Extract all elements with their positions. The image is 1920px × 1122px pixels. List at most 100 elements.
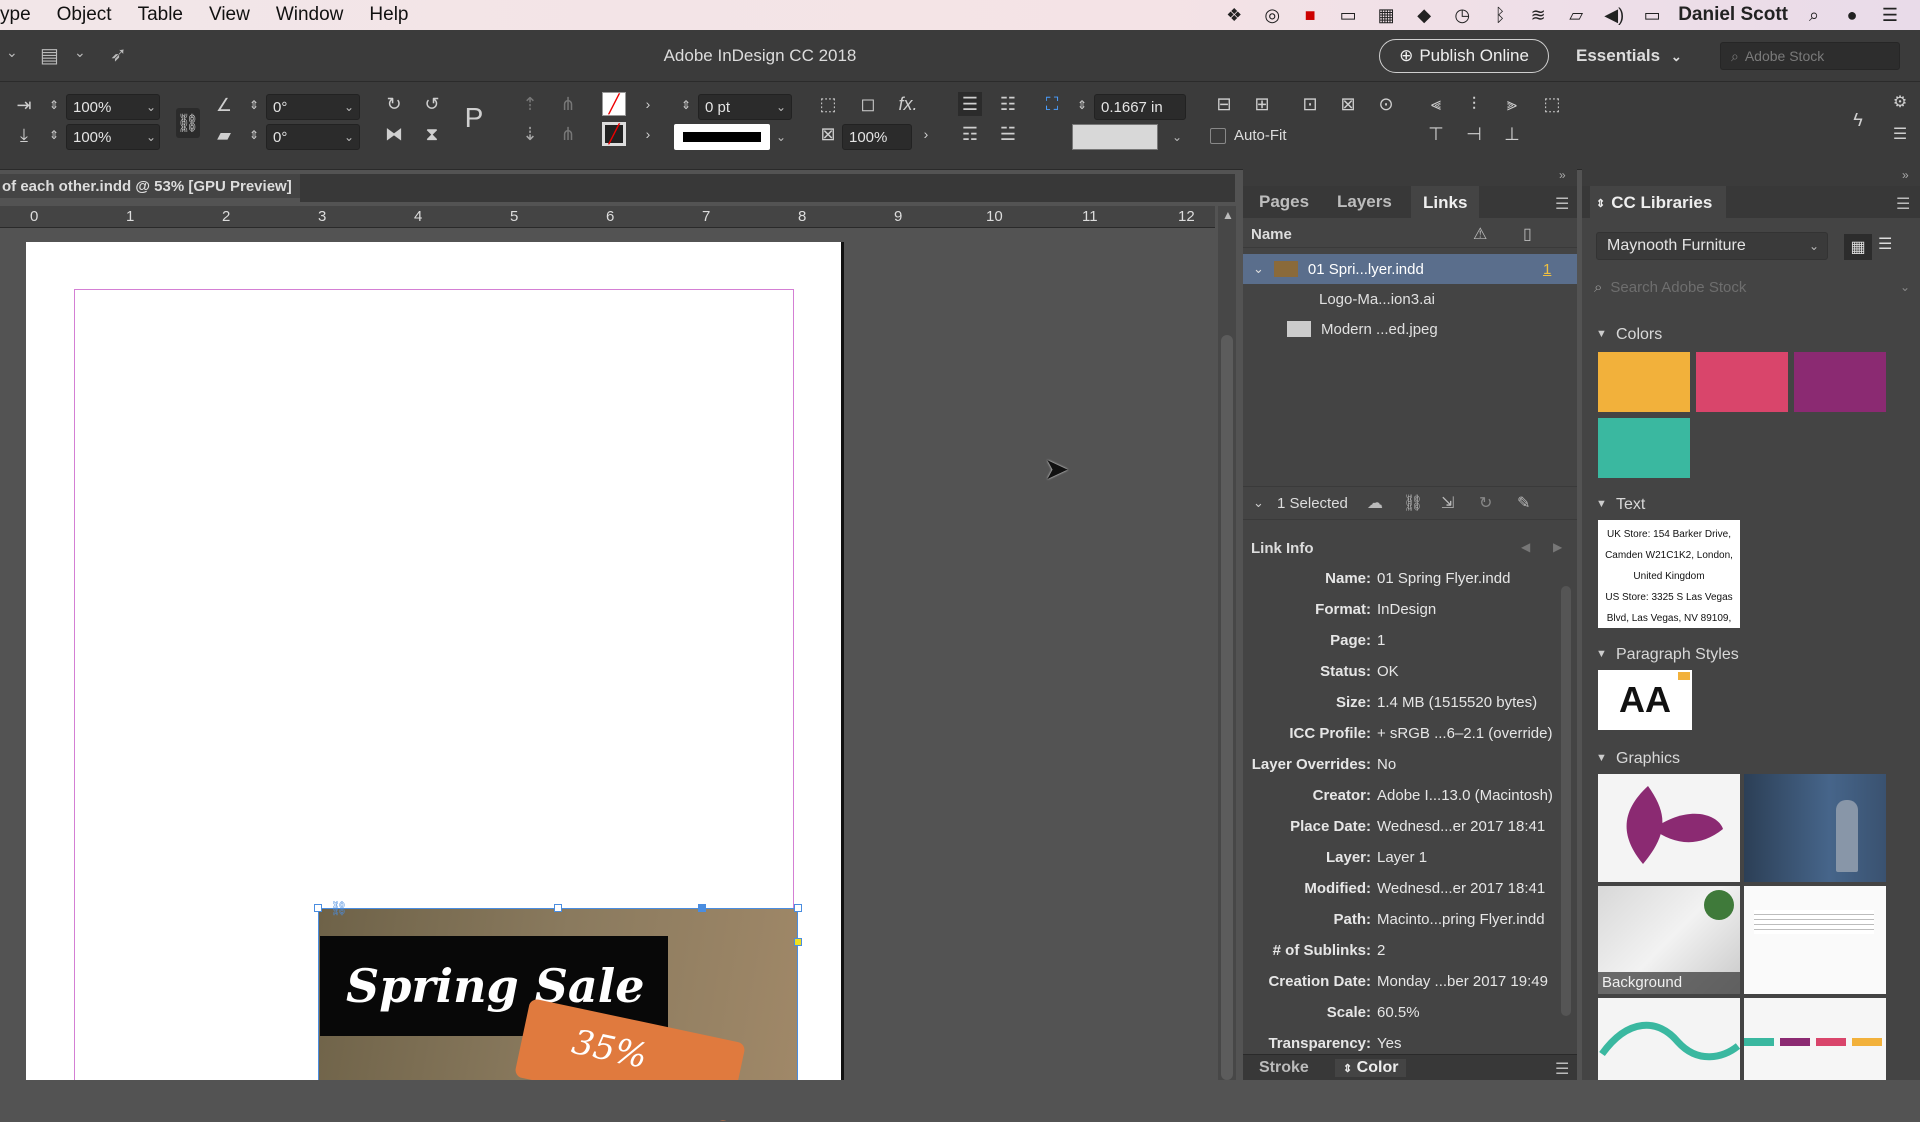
stepper-icon[interactable]: ⇕ — [674, 93, 698, 117]
drop-shadow-icon[interactable]: ◻ — [856, 92, 880, 116]
graphic-asset-photo[interactable] — [1744, 774, 1886, 882]
scroll-up-icon[interactable]: ▲ — [1222, 208, 1234, 222]
colors-section-header[interactable]: Colors — [1616, 326, 1662, 344]
volume-icon[interactable]: ◀) — [1602, 5, 1626, 25]
align-bottom-icon[interactable]: ☶ — [958, 122, 982, 146]
align-horizontal-centers-icon[interactable]: ⫶ — [1462, 92, 1486, 116]
select-content-icon[interactable]: ⇣ — [518, 122, 542, 146]
select-previous-icon[interactable]: ⋔ — [556, 92, 580, 116]
chevron-right-icon[interactable]: › — [636, 122, 660, 146]
list-item[interactable]: Logo-Ma...ion3.ai — [1243, 284, 1577, 314]
wifi-icon[interactable]: ≋ — [1526, 5, 1550, 25]
list-view-icon[interactable]: ☰ — [1878, 234, 1892, 254]
siri-icon[interactable]: ● — [1840, 5, 1864, 25]
creative-cloud-icon[interactable]: ◎ — [1260, 5, 1284, 25]
quick-apply-icon[interactable]: ϟ — [1846, 108, 1870, 132]
panel-menu-icon[interactable]: ☰ — [1896, 194, 1910, 214]
select-container-icon[interactable]: ⇡ — [518, 92, 542, 116]
justify-vertical-icon[interactable]: ☱ — [996, 122, 1020, 146]
tab-layers[interactable]: Layers — [1337, 186, 1392, 218]
align-center-icon[interactable]: ☷ — [996, 92, 1020, 116]
display-icon[interactable]: ▭ — [1336, 5, 1360, 25]
list-item[interactable]: ⌄ 01 Spri...lyer.indd 1 — [1243, 254, 1577, 284]
stepper-icon[interactable]: ⇕ — [42, 123, 66, 147]
out-port-handle[interactable] — [794, 938, 802, 946]
chevron-down-icon[interactable]: ⌄ — [776, 100, 786, 114]
color-swatch[interactable] — [1598, 352, 1690, 412]
text-section-header[interactable]: Text — [1616, 496, 1645, 514]
fill-proportionally-icon[interactable]: ⊡ — [1298, 92, 1322, 116]
gear-icon[interactable]: ⚙ — [1888, 90, 1912, 114]
align-to-selection-icon[interactable]: ⬚ — [1540, 92, 1564, 116]
align-top-edges-icon[interactable]: ⊤ — [1424, 122, 1448, 146]
airplay-icon[interactable]: ▱ — [1564, 5, 1588, 25]
align-left-edges-icon[interactable]: ⫷ — [1424, 92, 1448, 116]
battery-icon[interactable]: ▭ — [1640, 5, 1664, 25]
grid-view-icon[interactable]: ▦ — [1844, 234, 1872, 260]
publish-online-button[interactable]: ⊕ Publish Online — [1379, 39, 1549, 73]
library-dropdown[interactable]: Maynooth Furniture ⌄ — [1596, 232, 1828, 260]
paragraph-style-thumbnail[interactable]: AA — [1598, 670, 1692, 730]
spotlight-search-icon[interactable]: ⌕ — [1802, 5, 1826, 25]
graphic-asset-logo[interactable] — [1598, 774, 1740, 882]
apps-icon[interactable]: ▦ — [1374, 5, 1398, 25]
tab-color[interactable]: ⇕ Color — [1335, 1059, 1407, 1077]
bluetooth-icon[interactable]: ᛒ — [1488, 5, 1512, 25]
tab-pages[interactable]: Pages — [1259, 186, 1309, 218]
relink-icon[interactable]: ⛓ — [1403, 493, 1423, 513]
tab-stroke[interactable]: Stroke — [1259, 1059, 1309, 1077]
vertical-scrollbar-thumb[interactable] — [1221, 335, 1233, 1080]
chevron-down-icon[interactable]: ⌄ — [344, 100, 354, 114]
content-grabber-handle[interactable] — [698, 904, 706, 912]
fit-proportionally-icon[interactable]: ⊠ — [1336, 92, 1360, 116]
stepper-icon[interactable]: ⇕ — [242, 123, 266, 147]
flip-horizontal-icon[interactable]: ⧓ — [382, 122, 406, 146]
previous-link-icon[interactable]: ◀ — [1521, 540, 1530, 554]
user-name[interactable]: Daniel Scott — [1678, 4, 1788, 26]
chevron-down-icon[interactable]: ⌄ — [1172, 130, 1182, 144]
collapse-triangle-icon[interactable]: ▼ — [1596, 328, 1607, 340]
collapse-panels-icon[interactable]: » — [1902, 168, 1909, 182]
cc-cloud-icon[interactable]: ☁ — [1367, 493, 1383, 513]
align-vertical-centers-icon[interactable]: ⊣ — [1462, 122, 1486, 146]
chevron-down-icon[interactable]: ⌄ — [1253, 495, 1264, 511]
autofit-checkbox[interactable] — [1210, 128, 1226, 144]
workspace-switcher[interactable]: Essentials ⌄ — [1576, 46, 1682, 66]
graphics-section-header[interactable]: Graphics — [1616, 750, 1680, 768]
chevron-down-icon[interactable]: ⌄ — [146, 130, 156, 144]
menu-object[interactable]: Object — [57, 4, 112, 26]
go-to-link-icon[interactable]: ⇲ — [1441, 493, 1454, 513]
color-swatch[interactable] — [1794, 352, 1886, 412]
fit-frame-icon[interactable]: ⊞ — [1250, 92, 1274, 116]
center-content-icon[interactable]: ⊙ — [1374, 92, 1398, 116]
opacity-input[interactable]: 100% — [842, 124, 912, 150]
page-column-icon[interactable]: ▯ — [1523, 224, 1532, 244]
graphic-asset-background[interactable]: Background — [1598, 886, 1740, 994]
effects-icon[interactable]: fx. — [896, 92, 920, 116]
recording-icon[interactable]: ■ — [1298, 5, 1322, 25]
next-link-icon[interactable]: ▶ — [1553, 540, 1562, 554]
color-swatch[interactable] — [1598, 418, 1690, 478]
document-tab[interactable]: of each other.indd @ 53% [GPU Preview] — [0, 174, 300, 198]
update-link-icon[interactable]: ↻ — [1479, 493, 1492, 513]
align-bottom-edges-icon[interactable]: ⊥ — [1500, 122, 1524, 146]
status-warning-icon[interactable]: ⚠ — [1473, 224, 1487, 244]
rotate-counterclockwise-icon[interactable]: ↺ — [420, 92, 444, 116]
menu-table[interactable]: Table — [138, 4, 183, 26]
chevron-down-icon[interactable]: ⌄ — [344, 130, 354, 144]
link-info-title[interactable]: Link Info — [1251, 540, 1314, 557]
chevron-down-icon[interactable]: ⌄ — [146, 100, 156, 114]
frame-inset-input[interactable]: 0.1667 in — [1094, 94, 1186, 120]
color-swatch[interactable] — [1696, 352, 1788, 412]
align-top-icon[interactable]: ☰ — [958, 92, 982, 116]
stepper-icon[interactable]: ⇕ — [1070, 93, 1094, 117]
menu-window[interactable]: Window — [276, 4, 344, 26]
stepper-icon[interactable]: ⇕ — [242, 93, 266, 117]
graphic-asset-color-bar[interactable] — [1744, 998, 1886, 1080]
selection-handle[interactable] — [314, 904, 322, 912]
select-next-icon[interactable]: ⋔ — [556, 122, 580, 146]
paragraph-styles-header[interactable]: Paragraph Styles — [1616, 646, 1739, 664]
graphic-asset-wave[interactable] — [1598, 998, 1741, 1080]
stock-search-field[interactable]: ⌕ Search Adobe Stock ⌄ — [1594, 274, 1910, 300]
adobe-stock-search[interactable]: ⌕ Adobe Stock — [1720, 42, 1900, 70]
